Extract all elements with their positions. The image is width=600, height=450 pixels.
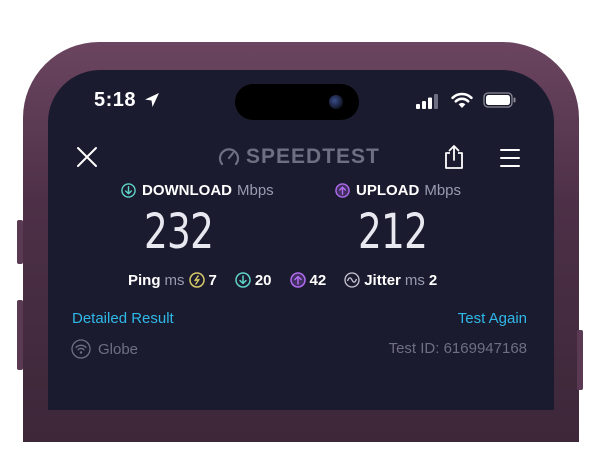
latency-row: Ping ms 7 20 42 Jitter ms 2	[128, 270, 455, 290]
detailed-result-link[interactable]: Detailed Result	[72, 310, 174, 327]
test-again-link[interactable]: Test Again	[458, 310, 527, 327]
idle-ping-icon	[188, 272, 205, 288]
ping-download-value: 20	[254, 271, 272, 289]
download-unit: Mbps	[237, 182, 274, 199]
isp-wifi-icon	[71, 339, 91, 359]
upload-header: UPLOAD Mbps	[335, 182, 461, 199]
isp-info: Globe	[71, 339, 138, 359]
camera-lens	[329, 95, 343, 109]
phone-side-button	[577, 330, 583, 390]
wifi-icon	[451, 92, 473, 108]
menu-icon[interactable]	[499, 148, 521, 168]
jitter-unit: ms	[404, 271, 425, 289]
upload-arrow-icon	[335, 183, 350, 198]
jitter-icon	[344, 272, 360, 288]
download-arrow-icon	[121, 183, 136, 198]
status-time: 5:18	[94, 89, 137, 111]
download-header: DOWNLOAD Mbps	[121, 182, 274, 199]
phone-side-button	[17, 220, 23, 264]
ping-label: Ping	[128, 271, 161, 289]
ping-unit: ms	[164, 271, 185, 289]
download-label: DOWNLOAD	[142, 182, 232, 199]
download-arrow-icon	[235, 272, 251, 288]
jitter-label: Jitter	[364, 271, 401, 289]
share-icon[interactable]	[443, 144, 465, 170]
ping-upload-value: 42	[309, 271, 327, 289]
gauge-icon	[218, 148, 240, 166]
signal-icon	[416, 94, 438, 109]
download-value: 232	[144, 204, 214, 260]
close-icon[interactable]	[76, 146, 98, 168]
battery-icon	[483, 92, 516, 108]
logo-text: SPEEDTEST	[246, 145, 380, 168]
upload-unit: Mbps	[424, 182, 462, 199]
upload-label: UPLOAD	[356, 182, 420, 199]
ping-idle-value: 7	[208, 271, 217, 289]
dynamic-island	[235, 84, 359, 120]
speedtest-logo: SPEEDTEST	[218, 144, 380, 170]
phone-side-button	[17, 300, 23, 370]
location-arrow-icon	[145, 93, 159, 107]
test-id: Test ID: 6169947168	[388, 340, 527, 357]
jitter-value: 2	[428, 271, 438, 289]
upload-value: 212	[358, 204, 428, 260]
phone-screen: 5:18 SPEEDTEST DOWNLOAD Mbps UPLOAD Mbps…	[48, 70, 554, 410]
isp-name: Globe	[98, 340, 139, 358]
upload-arrow-icon	[289, 272, 306, 288]
